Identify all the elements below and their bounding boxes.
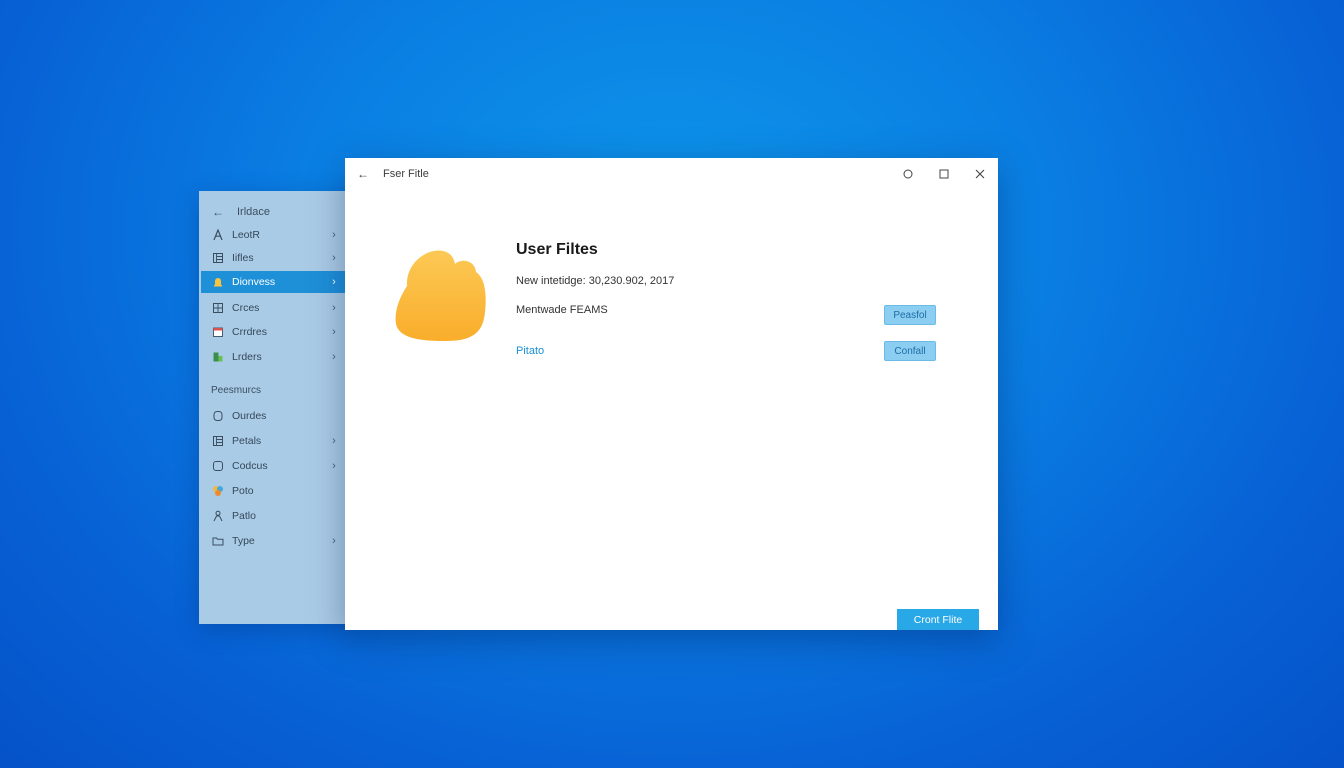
arrow-left-icon[interactable]: ← <box>355 167 371 181</box>
nav-item-label: Lrders <box>232 351 262 363</box>
nav-item-label: Patlo <box>232 510 256 522</box>
maximize-icon[interactable] <box>926 158 962 190</box>
grid-icon <box>212 302 224 314</box>
nav-item-type[interactable]: Type › <box>201 530 345 552</box>
nav-item-iifles[interactable]: Iifles › <box>201 247 345 269</box>
nav-item-crrdres[interactable]: Crrdres › <box>201 321 345 343</box>
nav-item-label: LeotR <box>232 229 261 241</box>
confall-button[interactable]: Confall <box>884 341 936 361</box>
nav-header: ← Irldace <box>199 197 345 227</box>
nav-item-ourdes[interactable]: Ourdes <box>201 405 345 427</box>
circle-outline-icon <box>212 410 224 422</box>
nav-item-label: Petals <box>232 435 262 447</box>
list-icon <box>212 252 224 264</box>
info-date-line: New intetidge: 30,230.902, 2017 <box>516 275 675 287</box>
minimize-circle-icon[interactable] <box>890 158 926 190</box>
calendar-icon <box>212 326 224 338</box>
list-icon <box>212 435 224 447</box>
close-icon[interactable] <box>962 158 998 190</box>
chevron-right-icon: › <box>332 351 336 363</box>
cront-flite-button[interactable]: Cront Flite <box>897 609 979 630</box>
chevron-right-icon: › <box>332 435 336 447</box>
chevron-right-icon: › <box>332 302 336 314</box>
page-title: User Filtes <box>516 241 598 258</box>
nav-item-codcus[interactable]: Codcus › <box>201 455 345 477</box>
person-icon <box>212 510 224 522</box>
pitato-link[interactable]: Pitato <box>516 345 544 357</box>
nav-title: Irldace <box>237 206 271 218</box>
main-window: ← Fser Fitle User Filtes New intetidge: … <box>345 158 998 630</box>
nav-item-label: Crrdres <box>232 326 268 338</box>
bell-icon <box>212 276 224 288</box>
chevron-right-icon: › <box>332 229 336 241</box>
nav-item-label: Iifles <box>232 252 254 264</box>
nav-item-label: Codcus <box>232 460 268 472</box>
window-title: Fser Fitle <box>383 168 429 180</box>
chevron-right-icon: › <box>332 252 336 264</box>
nav-item-label: Crces <box>232 302 260 314</box>
chevron-right-icon: › <box>332 460 336 472</box>
rounded-square-icon <box>212 460 224 472</box>
chevron-right-icon: › <box>332 276 336 288</box>
navigation-panel: ← Irldace LeotR › Iifles › Dionvess › Cr… <box>199 191 359 624</box>
folder-outline-icon <box>212 535 224 547</box>
letter-a-icon <box>212 229 224 241</box>
colorful-photo-icon <box>212 485 224 497</box>
green-block-icon <box>212 351 224 363</box>
nav-item-label: Type <box>232 535 255 547</box>
peasfol-button[interactable]: Peasfol <box>884 305 936 325</box>
nav-item-label: Ourdes <box>232 410 267 422</box>
folder-cloud-icon <box>393 242 488 344</box>
chevron-right-icon: › <box>332 535 336 547</box>
nav-item-petals[interactable]: Petals › <box>201 430 345 452</box>
nav-item-lrders[interactable]: Lrders › <box>201 346 345 368</box>
chevron-right-icon: › <box>332 326 336 338</box>
nav-item-poto[interactable]: Poto <box>201 480 345 502</box>
nav-section-heading: Peesmurcs <box>211 385 262 396</box>
nav-item-patlo[interactable]: Patlo <box>201 505 345 527</box>
nav-item-dionvess[interactable]: Dionvess › <box>201 271 345 293</box>
nav-item-label: Poto <box>232 485 254 497</box>
window-titlebar: ← Fser Fitle <box>345 158 998 190</box>
arrow-left-icon[interactable]: ← <box>211 205 225 219</box>
info-name-line: Mentwade FEAMS <box>516 304 608 316</box>
nav-item-leotr[interactable]: LeotR › <box>201 224 345 246</box>
nav-item-label: Dionvess <box>232 276 276 288</box>
nav-item-crces[interactable]: Crces › <box>201 297 345 319</box>
